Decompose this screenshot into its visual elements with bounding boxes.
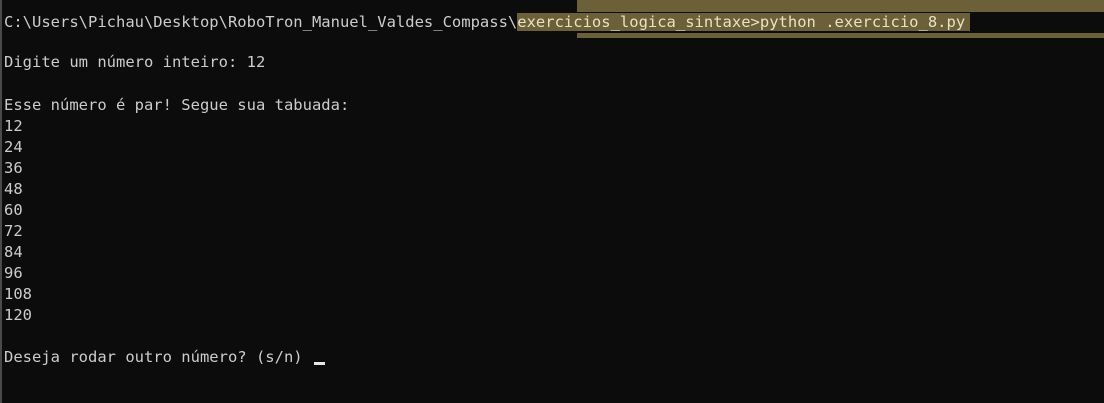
console-window[interactable]: C:\Users\Pichau\Desktop\RoboTron_Manuel_…: [0, 0, 1104, 403]
prompt-command[interactable]: exercicios_logica_sintaxe>python .exerci…: [517, 13, 971, 31]
selection-highlight: [577, 33, 1104, 38]
table-row: 24: [4, 138, 23, 156]
table-row: 12: [4, 117, 23, 135]
table-row: 48: [4, 180, 23, 198]
prompt-line: C:\Users\Pichau\Desktop\RoboTron_Manuel_…: [4, 12, 971, 33]
table-row: 120: [4, 306, 32, 324]
table-row: 96: [4, 264, 23, 282]
table-row: 84: [4, 243, 23, 261]
question-line[interactable]: Deseja rodar outro número? (s/n): [4, 347, 325, 368]
table-row: 108: [4, 285, 32, 303]
question-text: Deseja rodar outro número? (s/n): [4, 348, 312, 366]
table-row: 72: [4, 222, 23, 240]
prompt-path: C:\Users\Pichau\Desktop\RoboTron_Manuel_…: [4, 13, 518, 31]
table-row: 36: [4, 159, 23, 177]
input-prompt-line: Digite um número inteiro: 12: [4, 53, 266, 71]
text-cursor: [313, 362, 325, 365]
table-row: 60: [4, 201, 23, 219]
selection-highlight: [577, 0, 1104, 12]
result-header-line: Esse número é par! Segue sua tabuada:: [4, 96, 350, 114]
